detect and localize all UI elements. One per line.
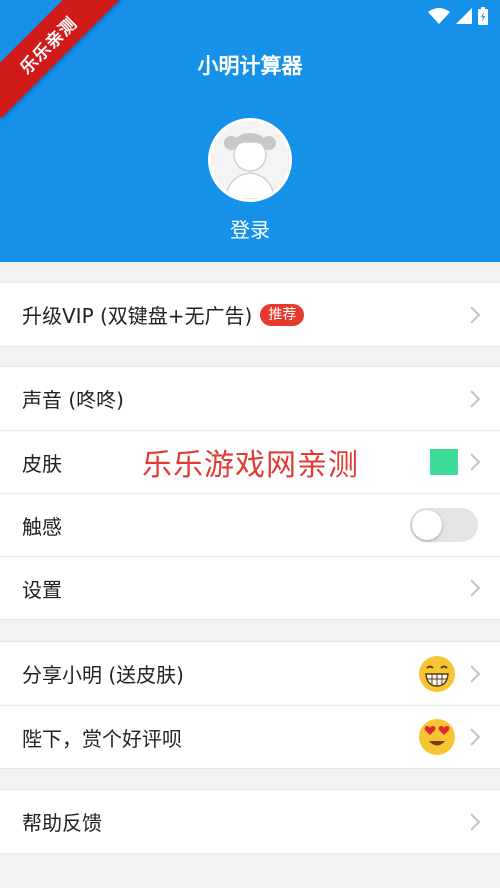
site-watermark: 乐乐游戏网亲测 bbox=[142, 448, 359, 483]
battery-icon bbox=[478, 7, 488, 25]
login-button[interactable]: 登录 bbox=[0, 214, 500, 243]
chevron-right-icon bbox=[470, 728, 480, 746]
share-label: 分享小明 (送皮肤) bbox=[22, 663, 184, 687]
page-title: 小明计算器 bbox=[197, 54, 303, 78]
sound-label: 声音 (咚咚) bbox=[22, 388, 124, 412]
chevron-right-icon bbox=[470, 579, 480, 597]
rate-item[interactable]: 陛下，赏个好评呗 bbox=[0, 705, 500, 768]
settings-item[interactable]: 设置 bbox=[0, 556, 500, 619]
settings-group: 声音 (咚咚) 皮肤 触感 设置 bbox=[0, 366, 500, 620]
chevron-right-icon bbox=[470, 389, 480, 408]
chevron-right-icon bbox=[470, 664, 480, 683]
sound-item[interactable]: 声音 (咚咚) bbox=[0, 367, 500, 430]
haptic-item: 触感 bbox=[0, 493, 500, 556]
avatar[interactable] bbox=[208, 118, 292, 202]
skin-label: 皮肤 bbox=[22, 451, 62, 476]
chevron-right-icon bbox=[470, 812, 480, 831]
status-bar bbox=[428, 6, 488, 26]
toggle-knob bbox=[412, 510, 442, 540]
upgrade-vip-label: 升级VIP (双键盘+无广告) bbox=[22, 304, 253, 328]
rate-label: 陛下，赏个好评呗 bbox=[22, 726, 182, 751]
chevron-right-icon bbox=[470, 453, 480, 471]
user-avatar-icon bbox=[211, 121, 289, 199]
signal-icon bbox=[456, 8, 472, 24]
skin-color-swatch bbox=[430, 449, 458, 475]
recommend-badge: 推荐 bbox=[260, 303, 305, 326]
help-feedback-item[interactable]: 帮助反馈 bbox=[0, 790, 500, 853]
share-item[interactable]: 分享小明 (送皮肤) bbox=[0, 642, 500, 705]
help-group: 帮助反馈 bbox=[0, 789, 500, 854]
wifi-icon bbox=[428, 8, 450, 24]
haptic-label: 触感 bbox=[22, 514, 62, 539]
help-feedback-label: 帮助反馈 bbox=[22, 811, 102, 835]
heart-eyes-face-icon bbox=[419, 719, 455, 755]
haptic-toggle[interactable] bbox=[410, 508, 478, 542]
chevron-right-icon bbox=[470, 305, 480, 324]
upgrade-vip-item[interactable]: 升级VIP (双键盘+无广告) 推荐 bbox=[0, 283, 500, 346]
grinning-face-icon bbox=[419, 655, 455, 692]
share-group: 分享小明 (送皮肤) 陛下，赏个好评呗 bbox=[0, 641, 500, 769]
vip-group: 升级VIP (双键盘+无广告) 推荐 bbox=[0, 282, 500, 347]
settings-label: 设置 bbox=[22, 577, 62, 602]
